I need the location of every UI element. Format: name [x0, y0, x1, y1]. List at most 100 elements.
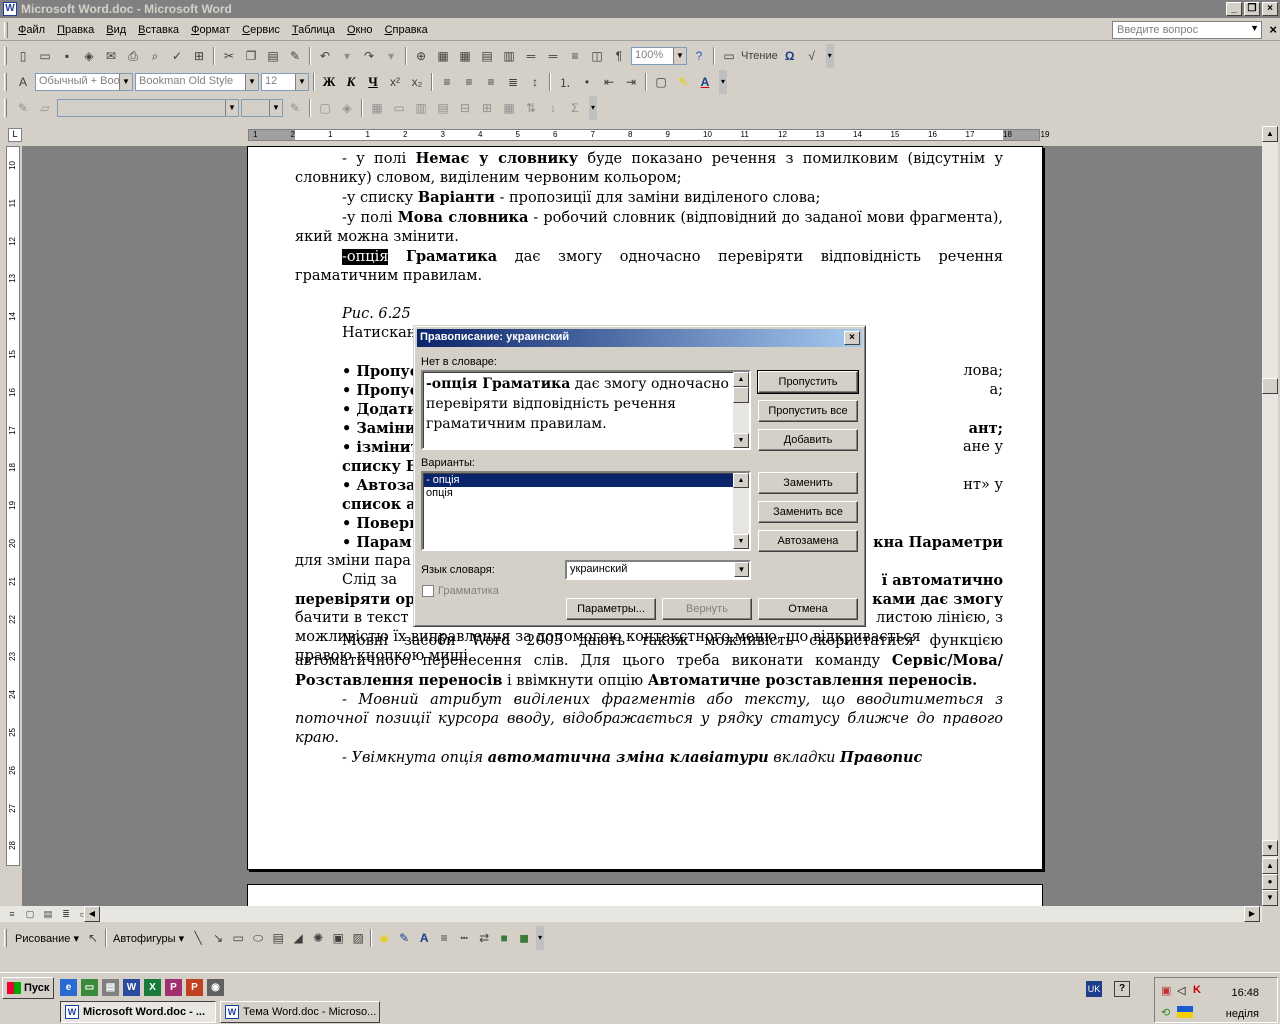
- web-view-icon[interactable]: ▢: [22, 906, 38, 922]
- zoom-select[interactable]: 100% ▼: [631, 47, 687, 65]
- scroll-down-icon[interactable]: ▼: [733, 433, 749, 448]
- drawing-menu-button[interactable]: Рисование ▾: [11, 932, 83, 945]
- show-hide-icon[interactable]: ≡: [565, 46, 585, 66]
- format-painter-icon[interactable]: ✎: [285, 46, 305, 66]
- toolbar-options-icon[interactable]: ▾: [536, 926, 545, 950]
- clock-time[interactable]: 16:48: [1231, 987, 1259, 999]
- browse-object-icon[interactable]: ●: [1262, 874, 1278, 890]
- print-preview-icon[interactable]: ⌕: [145, 46, 165, 66]
- word-icon[interactable]: W: [123, 979, 140, 996]
- save-icon[interactable]: ▪: [57, 46, 77, 66]
- toolbar-options-icon[interactable]: ▾: [825, 44, 834, 68]
- insert-table-icon[interactable]: ▦: [367, 98, 387, 118]
- help-icon[interactable]: ?: [689, 46, 709, 66]
- ie-icon[interactable]: e: [60, 979, 77, 996]
- suggestion-item[interactable]: опція: [424, 487, 734, 500]
- not-in-dictionary-box[interactable]: -опція Граматика дає змогу одночасно пер…: [421, 370, 751, 450]
- decrease-indent-icon[interactable]: ⇤: [599, 72, 619, 92]
- scroll-up-icon[interactable]: ▲: [1262, 126, 1278, 142]
- scroll-up-icon[interactable]: ▲: [733, 372, 749, 387]
- bullets-icon[interactable]: •: [577, 72, 597, 92]
- scroll-down-icon[interactable]: ▼: [1262, 840, 1278, 856]
- scroll-right-icon[interactable]: ▶: [1244, 906, 1260, 922]
- insert-excel-icon[interactable]: ▤: [477, 46, 497, 66]
- minimize-button[interactable]: _: [1226, 2, 1242, 16]
- outline-view-icon[interactable]: ≣: [58, 906, 74, 922]
- horizontal-scrollbar[interactable]: ≡ ▢ ▤ ≣ ▭ ◀ ▶: [0, 906, 1262, 922]
- next-page[interactable]: [247, 884, 1043, 906]
- oval-icon[interactable]: ⬭: [248, 928, 268, 948]
- language-indicator[interactable]: UK: [1086, 981, 1102, 997]
- paste-icon[interactable]: ▤: [263, 46, 283, 66]
- sync-icon[interactable]: ⟲: [1161, 1006, 1170, 1019]
- ruler-bar[interactable]: 1 2 1 1 2 3 4 5 6 7 8 9 10 11 12 13 14 15 16 17 18 19: [248, 129, 1049, 141]
- subscript-icon[interactable]: x₂: [407, 72, 427, 92]
- read-mode-icon[interactable]: ▭: [719, 46, 739, 66]
- select-objects-icon[interactable]: ↖: [83, 928, 103, 948]
- line-style-icon[interactable]: ≡: [434, 928, 454, 948]
- new-document-icon[interactable]: ▯: [13, 46, 33, 66]
- eraser-icon[interactable]: ▱: [35, 98, 55, 118]
- vertical-scrollbar[interactable]: ▲ ▼ ▲ ● ▼: [1262, 126, 1278, 906]
- desktop-icon[interactable]: ▭: [81, 979, 98, 996]
- normal-view-icon[interactable]: ≡: [4, 906, 20, 922]
- document-map-icon[interactable]: ═: [543, 46, 563, 66]
- style-select[interactable]: Обычный + Boo ▼: [35, 73, 133, 91]
- arrow-style-icon[interactable]: ⇄: [474, 928, 494, 948]
- research-icon[interactable]: ⊞: [189, 46, 209, 66]
- textbox-icon[interactable]: ▤: [268, 928, 288, 948]
- document-close-icon[interactable]: ×: [1269, 22, 1277, 37]
- email-icon[interactable]: ✉: [101, 46, 121, 66]
- previous-page-icon[interactable]: ▲: [1262, 858, 1278, 874]
- task-tema-doc[interactable]: W Тема Word.doc - Microso...: [220, 1001, 380, 1023]
- spelling-icon[interactable]: ✓: [167, 46, 187, 66]
- drawing-icon[interactable]: ═: [521, 46, 541, 66]
- menu-grip[interactable]: [4, 21, 8, 38]
- line-spacing-icon[interactable]: ↕: [525, 72, 545, 92]
- wordart-icon[interactable]: ◢: [288, 928, 308, 948]
- scroll-thumb[interactable]: [1262, 378, 1278, 394]
- border-color-icon[interactable]: ✎: [285, 98, 305, 118]
- border-icon[interactable]: ▢: [651, 72, 671, 92]
- add-button[interactable]: Добавить: [758, 429, 858, 451]
- line-color-icon[interactable]: ✎: [394, 928, 414, 948]
- cancel-button[interactable]: Отмена: [758, 598, 858, 620]
- distribute-rows-icon[interactable]: ⊟: [455, 98, 475, 118]
- change-all-button[interactable]: Заменить все: [758, 501, 858, 523]
- font-color-icon[interactable]: A: [695, 72, 715, 92]
- text-direction-icon[interactable]: ⇅: [521, 98, 541, 118]
- powerpoint-icon[interactable]: P: [186, 979, 203, 996]
- tab-stop-selector[interactable]: L: [8, 128, 22, 142]
- undo-button[interactable]: Вернуть: [662, 598, 752, 620]
- shadow-icon[interactable]: ■: [494, 928, 514, 948]
- split-cells-icon[interactable]: ▥: [411, 98, 431, 118]
- toolbar-options-icon[interactable]: ▾: [719, 70, 727, 94]
- dictionary-language-select[interactable]: украинский ▼: [565, 560, 751, 580]
- suggestion-item[interactable]: - опція: [424, 474, 734, 487]
- equation-icon[interactable]: √: [802, 46, 822, 66]
- menu-file[interactable]: Файл: [12, 22, 51, 38]
- numbering-icon[interactable]: ⒈: [555, 72, 575, 92]
- align-cell-icon[interactable]: ▤: [433, 98, 453, 118]
- draw-table-icon[interactable]: ✎: [13, 98, 33, 118]
- autoshapes-menu-button[interactable]: Автофигуры ▾: [109, 932, 188, 945]
- redo-dropdown-icon[interactable]: ▾: [381, 46, 401, 66]
- align-center-icon[interactable]: ≡: [459, 72, 479, 92]
- toolbar-grip[interactable]: [4, 47, 7, 65]
- font-select[interactable]: Bookman Old Style ▼: [135, 73, 259, 91]
- bold-button[interactable]: Ж: [319, 72, 339, 92]
- autosum-icon[interactable]: Σ: [565, 98, 585, 118]
- shading-icon[interactable]: ◈: [337, 98, 357, 118]
- font-size-select[interactable]: 12 ▼: [261, 73, 309, 91]
- start-button[interactable]: Пуск: [2, 977, 54, 999]
- cut-icon[interactable]: ✂: [219, 46, 239, 66]
- clipart-icon[interactable]: ▣: [328, 928, 348, 948]
- autoformat-icon[interactable]: ▦: [499, 98, 519, 118]
- toolbar-grip[interactable]: [4, 929, 7, 947]
- task-word-doc[interactable]: W Microsoft Word.doc - ...: [60, 1001, 216, 1023]
- justify-icon[interactable]: ≣: [503, 72, 523, 92]
- sort-ascending-icon[interactable]: ↓: [543, 98, 563, 118]
- hyperlink-icon[interactable]: ⊕: [411, 46, 431, 66]
- picture-icon[interactable]: ▨: [348, 928, 368, 948]
- arrow-icon[interactable]: ↘: [208, 928, 228, 948]
